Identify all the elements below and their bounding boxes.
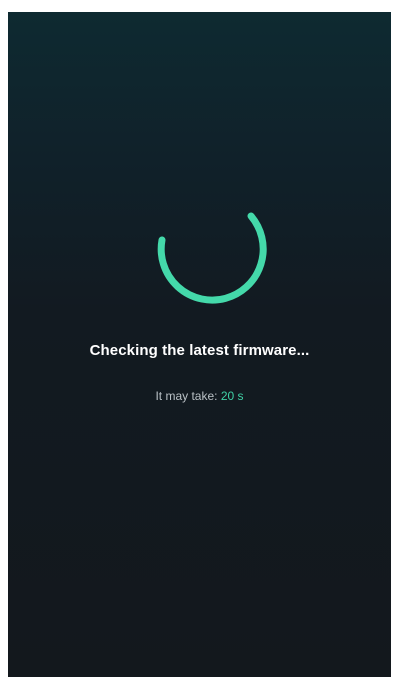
page-title: Checking the latest firmware...: [89, 342, 310, 359]
eta-value: 20 s: [220, 389, 244, 403]
eta-text: It may take: 20 s: [8, 389, 391, 403]
firmware-check-screen: Checking the latest firmware... It may t…: [8, 12, 391, 677]
eta-label: It may take:: [155, 389, 218, 403]
loading-spinner-icon: [144, 196, 268, 304]
